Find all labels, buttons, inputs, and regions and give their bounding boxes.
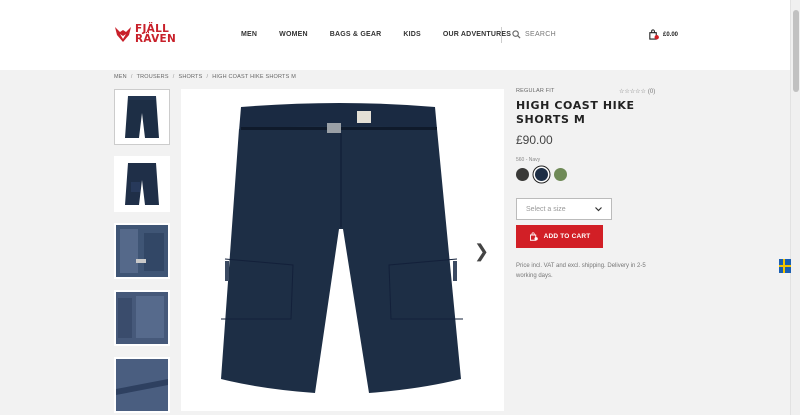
brand-logo[interactable]: FJÄLL RÄVEN: [114, 24, 176, 44]
product-shorts-image: [181, 89, 504, 411]
page-scrollbar[interactable]: [790, 0, 800, 415]
fabric-detail-thumbnail: [116, 359, 168, 411]
product-price: £90.00: [516, 133, 553, 147]
product-main-image[interactable]: [181, 89, 504, 411]
breadcrumb-separator: /: [206, 74, 209, 80]
breadcrumb-men[interactable]: MEN: [114, 74, 127, 80]
swatch-green[interactable]: [554, 168, 567, 181]
nav-bags-gear[interactable]: BAGS & GEAR: [330, 31, 382, 38]
shipping-note: Price incl. VAT and excl. shipping. Deli…: [516, 263, 646, 279]
search-label: SEARCH: [525, 31, 556, 38]
site-header: FJÄLL RÄVEN MEN WOMEN BAGS & GEAR KIDS O…: [0, 0, 790, 70]
thumbnail-detail-3[interactable]: [114, 357, 170, 413]
star-outline-icon: ☆☆☆☆☆: [619, 89, 646, 95]
cart-icon: [649, 29, 659, 40]
add-to-cart-label: ADD TO CART: [543, 233, 591, 240]
thumbnail-detail-1[interactable]: [114, 223, 170, 279]
swatch-navy[interactable]: [535, 168, 548, 181]
size-placeholder: Select a size: [526, 205, 566, 213]
brand-line-2: RÄVEN: [135, 33, 177, 45]
thumbnail-list: [114, 89, 171, 415]
shorts-front-thumbnail: [125, 96, 159, 138]
nav-women[interactable]: WOMEN: [279, 31, 308, 38]
breadcrumb-trousers[interactable]: TROUSERS: [137, 74, 169, 80]
breadcrumb: MEN / TROUSERS / SHORTS / HIGH COAST HIK…: [114, 74, 296, 80]
color-label: 560 - Navy: [516, 157, 541, 163]
nav-kids[interactable]: KIDS: [403, 31, 421, 38]
fabric-detail-thumbnail: [116, 225, 168, 277]
cart-total: £0.00: [663, 31, 679, 38]
product-title: HIGH COAST HIKE SHORTS M: [516, 99, 635, 126]
breadcrumb-current: HIGH COAST HIKE SHORTS M: [212, 74, 296, 80]
cart-button[interactable]: £0.00: [648, 29, 678, 40]
nav-men[interactable]: MEN: [241, 31, 257, 38]
product-info: REGULAR FIT ☆☆☆☆☆ (0) HIGH COAST HIKE SH…: [516, 88, 676, 281]
search-icon: [512, 30, 521, 39]
breadcrumb-separator: /: [130, 74, 133, 80]
next-image-chevron-icon[interactable]: ❯: [474, 241, 489, 262]
nav-divider: [501, 27, 502, 43]
thumbnail-detail-2[interactable]: [114, 290, 170, 346]
shorts-back-thumbnail: [125, 163, 159, 205]
fox-logo-icon: [115, 27, 131, 42]
scrollbar-thumb[interactable]: [793, 10, 799, 92]
size-select[interactable]: Select a size: [516, 198, 612, 220]
breadcrumb-separator: /: [172, 74, 175, 80]
rating-count: (0): [647, 88, 656, 95]
search-button[interactable]: SEARCH: [512, 30, 556, 39]
brand-wordmark: FJÄLL RÄVEN: [135, 24, 177, 45]
main-nav: MEN WOMEN BAGS & GEAR KIDS OUR ADVENTURE…: [241, 31, 533, 38]
chevron-down-icon: [595, 206, 602, 211]
rating[interactable]: ☆☆☆☆☆ (0): [619, 88, 656, 96]
breadcrumb-shorts[interactable]: SHORTS: [178, 74, 202, 80]
bag-icon: [529, 232, 538, 241]
swedish-flag-icon[interactable]: [779, 259, 791, 273]
swatch-dark-grey[interactable]: [516, 168, 529, 181]
add-to-cart-button[interactable]: ADD TO CART: [516, 225, 603, 248]
thumbnail-back[interactable]: [114, 156, 170, 212]
color-swatches: [516, 168, 676, 181]
fabric-detail-thumbnail: [116, 292, 168, 344]
thumbnail-front[interactable]: [114, 89, 170, 145]
